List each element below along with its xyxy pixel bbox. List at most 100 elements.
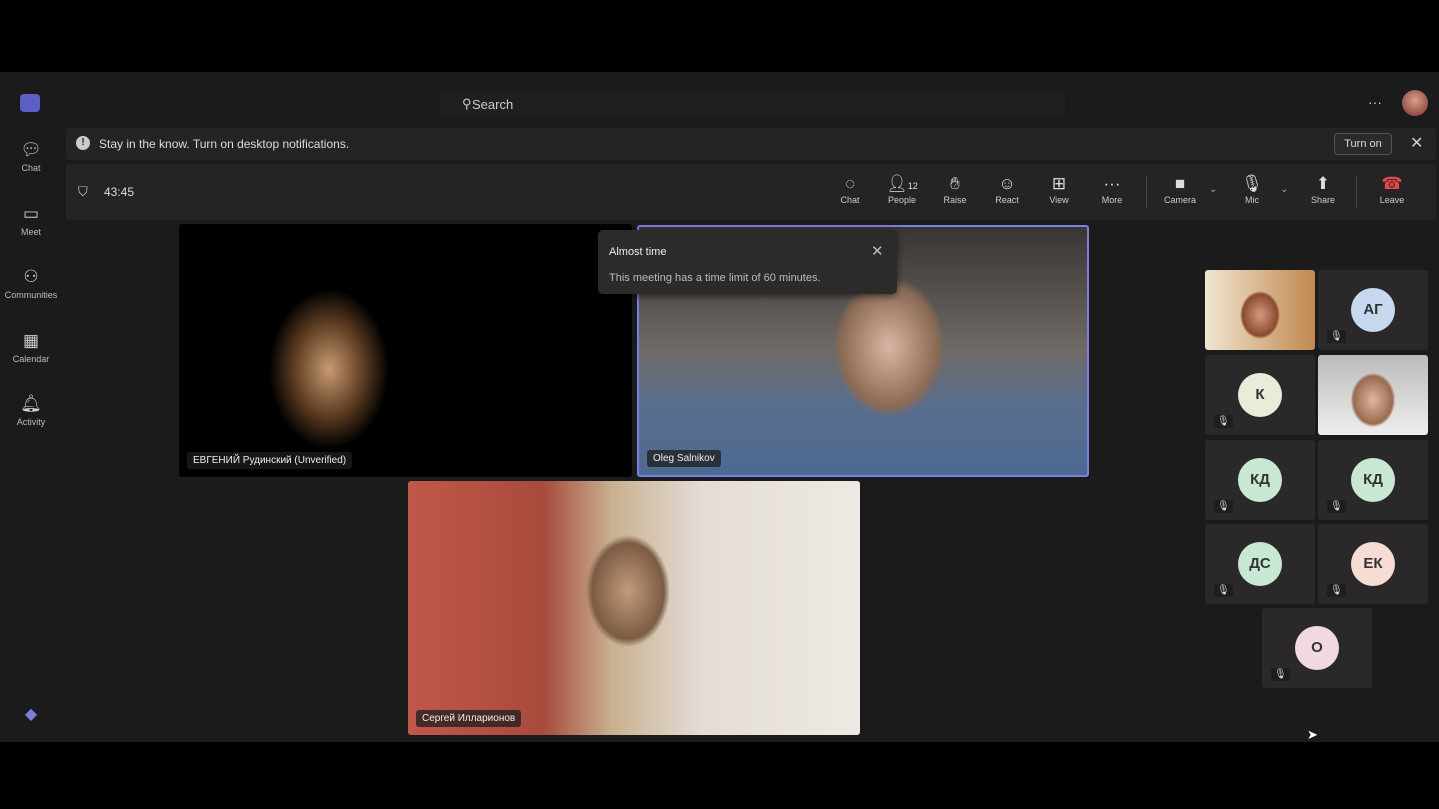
user-avatar[interactable] (1402, 90, 1428, 116)
react-button[interactable]: ☺ React (985, 174, 1029, 205)
video-tile-participant-3[interactable]: Сергей Илларионов (408, 481, 860, 735)
divider (1146, 176, 1147, 208)
video-tile-participant-1[interactable]: ЕВГЕНИЙ Рудинский (Unverified) (179, 224, 632, 477)
mic-muted-icon: 🎙︎ (1214, 584, 1233, 597)
gallery-tile[interactable]: АГ 🎙︎ (1318, 270, 1428, 350)
gallery-tile-video[interactable] (1205, 270, 1315, 350)
button-label: Chat (840, 195, 860, 205)
more-options-icon[interactable]: ··· (1368, 94, 1382, 110)
gallery-tile[interactable]: О 🎙︎ (1262, 608, 1372, 688)
search-placeholder: Search (472, 97, 514, 112)
sidebar-item-calendar[interactable]: ▦ Calendar (0, 331, 62, 364)
sidebar: 💬︎ Chat ▭ Meet ⚇ Communities ▦ Calendar 🔔︎ Ac… (0, 72, 62, 742)
participant-initials: О (1295, 626, 1339, 670)
close-icon[interactable]: ✕ (871, 242, 884, 260)
sidebar-item-communities[interactable]: ⚇ Communities (0, 267, 62, 300)
chat-icon: ◌ (844, 174, 856, 193)
chat-icon: 💬︎ (20, 140, 42, 159)
premium-diamond-icon[interactable]: ◆ (0, 704, 62, 724)
camera-icon: ■ (1174, 174, 1186, 193)
people-button[interactable]: 👤︎12 People (880, 174, 924, 205)
participant-initials: КД (1238, 458, 1282, 502)
participant-initials: КД (1351, 458, 1395, 502)
mouse-cursor-icon: ➤ (1307, 727, 1318, 742)
teams-logo-icon (20, 94, 40, 112)
mic-muted-icon: 🎙︎ (1214, 500, 1233, 513)
gallery-tile[interactable]: ДС 🎙︎ (1205, 524, 1315, 604)
sidebar-label: Calendar (12, 354, 50, 364)
button-label: Leave (1379, 195, 1405, 205)
button-label: Camera (1163, 195, 1196, 205)
mic-muted-icon: 🎙︎ (1327, 330, 1346, 343)
meeting-timer: 43:45 (104, 185, 135, 199)
sidebar-label: Chat (21, 163, 41, 173)
button-label: React (995, 195, 1019, 205)
view-button[interactable]: ⊞ View (1037, 174, 1081, 205)
chat-button[interactable]: ◌ Chat (828, 174, 872, 205)
search-icon: ⚲ (462, 96, 472, 111)
gallery-tile[interactable]: К 🎙︎ (1205, 355, 1315, 435)
meeting-toolbar: ⛉ 43:45 ◌ Chat 👤︎12 People ✋︎ Raise ☺ React … (66, 164, 1436, 220)
sidebar-item-meet[interactable]: ▭ Meet (0, 204, 62, 237)
notification-banner: ! Stay in the know. Turn on desktop noti… (66, 128, 1436, 160)
people-icon: 👤︎12 (886, 174, 918, 193)
mic-muted-icon: 🎙︎ (1327, 584, 1346, 597)
people-count: 12 (907, 181, 918, 191)
share-icon: ⬆ (1315, 174, 1331, 193)
search-input[interactable]: ⚲ Search (440, 92, 1065, 118)
button-label: Raise (943, 195, 967, 205)
shield-icon: ⛉ (78, 184, 88, 199)
turn-on-button[interactable]: Turn on (1334, 133, 1392, 155)
gallery-tile[interactable]: ЕК 🎙︎ (1318, 524, 1428, 604)
sidebar-label: Activity (16, 417, 46, 427)
participant-initials: ЕК (1351, 542, 1395, 586)
calendar-icon: ▦ (22, 331, 40, 350)
smiley-icon: ☺ (998, 174, 1016, 193)
info-icon: ! (76, 136, 90, 150)
divider (1356, 176, 1357, 208)
button-label: More (1101, 195, 1123, 205)
hand-icon: ✋︎ (950, 174, 960, 193)
toast-body: This meeting has a time limit of 60 minu… (609, 272, 821, 284)
sidebar-label: Meet (20, 227, 41, 237)
notification-message: Stay in the know. Turn on desktop notifi… (99, 137, 350, 151)
sidebar-item-activity[interactable]: 🔔︎ Activity (0, 394, 62, 427)
hang-up-icon: ☎ (1381, 174, 1403, 193)
camera-button[interactable]: ■ Camera (1158, 174, 1202, 205)
participant-name: Oleg Salnikov (647, 450, 721, 467)
time-limit-toast: Almost time This meeting has a time limi… (598, 230, 897, 294)
communities-icon: ⚇ (23, 267, 39, 286)
participant-initials: АГ (1351, 288, 1395, 332)
gallery-tile-video[interactable] (1318, 355, 1428, 435)
mic-muted-icon: 🎙︎ (1271, 668, 1290, 681)
more-button[interactable]: ··· More (1090, 174, 1134, 205)
participant-initials: К (1238, 373, 1282, 417)
participant-name: ЕВГЕНИЙ Рудинский (Unverified) (187, 452, 353, 469)
title-bar: ⚲ Search ··· (62, 82, 1439, 126)
button-label: Mic (1245, 195, 1259, 205)
bell-icon: 🔔︎ (20, 394, 42, 413)
button-label: Share (1310, 195, 1336, 205)
chevron-down-icon[interactable]: ⌄ (1209, 184, 1217, 195)
mic-muted-icon: 🎙︎ (1327, 500, 1346, 513)
mic-button[interactable]: 🎙︎ Mic (1230, 174, 1274, 205)
share-button[interactable]: ⬆ Share (1301, 174, 1345, 205)
leave-button[interactable]: ☎ Leave (1370, 174, 1414, 205)
button-label: People (887, 195, 917, 205)
ellipsis-icon: ··· (1103, 174, 1121, 193)
raise-hand-button[interactable]: ✋︎ Raise (933, 174, 977, 205)
mic-muted-icon: 🎙︎ (1214, 415, 1233, 428)
participant-initials: ДС (1238, 542, 1282, 586)
grid-icon: ⊞ (1051, 174, 1067, 193)
gallery-tile[interactable]: КД 🎙︎ (1318, 440, 1428, 520)
toast-title: Almost time (609, 246, 667, 258)
sidebar-label: Communities (4, 290, 58, 300)
close-icon[interactable]: ✕ (1410, 133, 1423, 153)
participant-name: Сергей Илларионов (416, 710, 522, 727)
mic-muted-icon: 🎙︎ (1241, 174, 1263, 193)
video-icon: ▭ (22, 204, 40, 223)
chevron-down-icon[interactable]: ⌄ (1280, 184, 1288, 195)
button-label: View (1049, 195, 1069, 205)
sidebar-item-chat[interactable]: 💬︎ Chat (0, 140, 62, 173)
gallery-tile[interactable]: КД 🎙︎ (1205, 440, 1315, 520)
